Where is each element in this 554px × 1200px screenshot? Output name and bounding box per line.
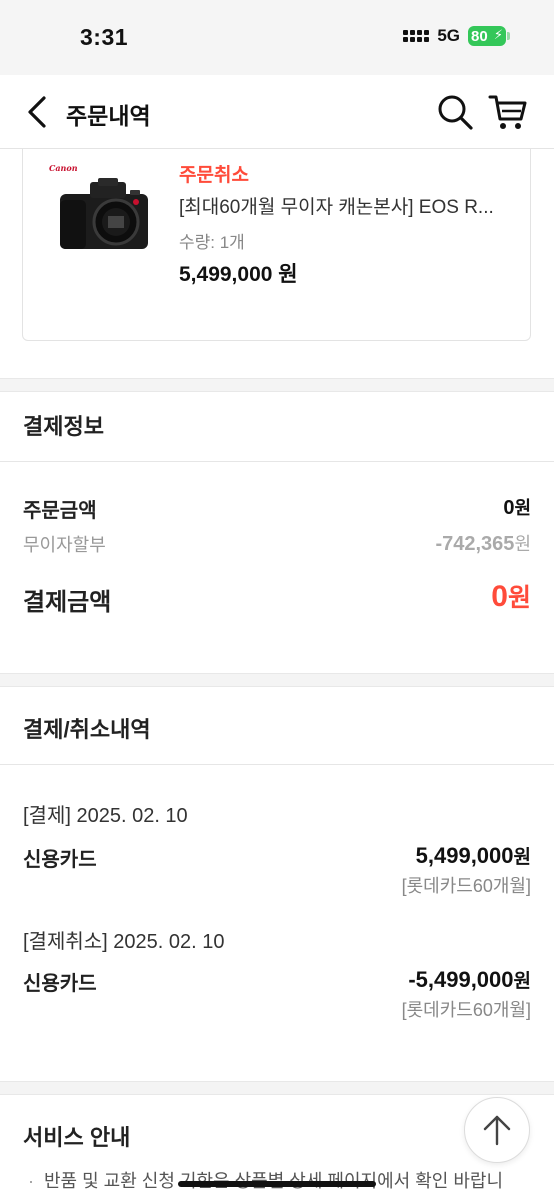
- status-bar: 3:31 5G 80 ⚡: [0, 0, 554, 75]
- battery-icon: 80 ⚡: [468, 26, 510, 46]
- currency-unit: 원: [513, 847, 531, 868]
- payment-info-title: 결제정보: [23, 414, 104, 439]
- charging-icon: ⚡: [493, 27, 503, 42]
- home-indicator: [178, 1181, 376, 1187]
- back-icon[interactable]: [24, 95, 54, 129]
- amount-number: -5,499,000: [408, 967, 514, 992]
- currency-unit: 원: [507, 584, 531, 612]
- divider-line: [0, 764, 554, 765]
- network-type: 5G: [437, 26, 460, 45]
- section-divider: [0, 673, 554, 687]
- order-amount-number: 0: [503, 497, 515, 519]
- product-image[interactable]: [46, 160, 156, 260]
- total-label: 결제금액: [23, 589, 112, 616]
- installment-value: -742,365원: [435, 530, 531, 556]
- bullet-icon: ·: [28, 1171, 34, 1191]
- divider-line: [0, 461, 554, 462]
- product-price: 5,499,000 원: [179, 263, 298, 286]
- service-note: ·반품 및 교환 신청 기한은 상품별 상세 페이지에서 확인 바랍니: [28, 1167, 503, 1193]
- section-divider: [0, 1081, 554, 1095]
- page-title: 주문내역: [66, 103, 151, 129]
- amount-number: 5,499,000: [415, 843, 514, 868]
- card-detail: [롯데카드60개월]: [401, 1000, 531, 1020]
- section-divider: [0, 378, 554, 392]
- history-title: 결제/취소내역: [23, 717, 151, 742]
- history-entry-header: [결제] 2025. 02. 10: [23, 805, 188, 827]
- installment-label: 무이자할부: [23, 535, 106, 555]
- total-value: 0원: [491, 578, 531, 614]
- product-quantity: 수량: 1개: [179, 233, 245, 252]
- payment-method: 신용카드: [23, 973, 97, 995]
- cart-icon[interactable]: [488, 92, 528, 132]
- battery-level: 80: [471, 27, 488, 45]
- arrow-up-icon: [483, 1115, 511, 1146]
- order-amount-value: 0원: [503, 494, 531, 520]
- status-indicators: 5G 80 ⚡: [403, 26, 510, 46]
- top-nav: 주문내역: [0, 75, 554, 149]
- history-amount: 5,499,000원: [416, 842, 531, 869]
- currency-unit: 원: [513, 971, 531, 992]
- service-title: 서비스 안내: [23, 1125, 131, 1150]
- history-amount: -5,499,000원: [408, 966, 531, 993]
- order-amount-label: 주문금액: [23, 500, 97, 522]
- installment-number: -742,365: [435, 533, 515, 555]
- payment-method: 신용카드: [23, 849, 97, 871]
- order-status: 주문취소: [179, 165, 249, 186]
- search-icon[interactable]: [436, 93, 474, 131]
- total-number: 0: [491, 580, 508, 613]
- currency-unit: 원: [514, 498, 531, 518]
- card-detail: [롯데카드60개월]: [401, 876, 531, 896]
- product-name[interactable]: [최대60개월 무이자 캐논본사] EOS R...: [179, 192, 519, 219]
- history-entry-header: [결제취소] 2025. 02. 10: [23, 931, 225, 953]
- status-time: 3:31: [80, 24, 129, 50]
- brand-logo: Canon: [49, 163, 78, 173]
- currency-unit: 원: [514, 534, 531, 554]
- signal-icon: [403, 30, 430, 42]
- scroll-to-top-button[interactable]: [464, 1097, 530, 1163]
